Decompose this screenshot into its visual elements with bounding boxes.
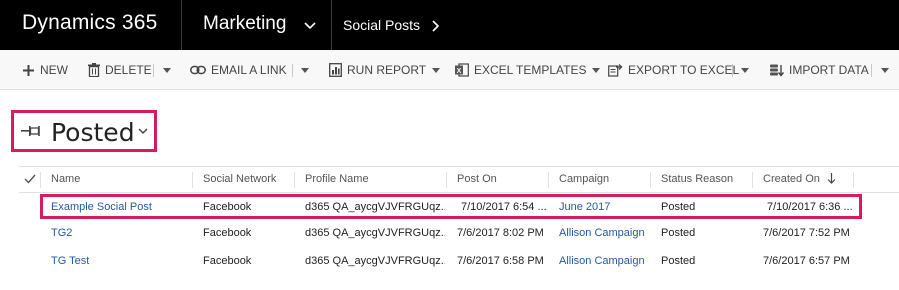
post-on-cell: 7/6/2017 6:58 PM: [457, 255, 544, 267]
svg-text:X: X: [457, 68, 462, 75]
pin-icon[interactable]: [21, 123, 41, 139]
profile-name-cell: d365 QA_aycgVJVFRGUqz...: [305, 255, 445, 267]
chevron-right-icon[interactable]: [430, 20, 440, 32]
import-icon: [770, 64, 784, 77]
column-divider: [853, 172, 854, 188]
export-icon: [608, 64, 623, 77]
nav-divider: [181, 0, 182, 50]
caret-down-icon[interactable]: [301, 68, 309, 73]
split-divider: [871, 64, 872, 77]
caret-down-icon[interactable]: [741, 68, 749, 73]
app-brand[interactable]: Dynamics 365: [22, 11, 157, 35]
excel-templates-label: EXCEL TEMPLATES: [474, 63, 587, 77]
trash-icon: [88, 63, 100, 77]
social-network-cell: Facebook: [203, 227, 252, 239]
status-reason-cell: Posted: [661, 227, 696, 239]
top-nav-bar: Dynamics 365 Marketing Social Posts: [0, 0, 899, 50]
column-divider: [192, 172, 193, 188]
record-name-link[interactable]: TG Test: [51, 255, 191, 267]
delete-button[interactable]: DELETE: [88, 62, 152, 78]
caret-down-icon: [432, 67, 441, 73]
email-link-label: EMAIL A LINK: [211, 63, 287, 77]
profile-name-cell: d365 QA_aycgVJVFRGUqz...: [305, 227, 445, 239]
nav-divider: [331, 0, 332, 50]
column-divider: [752, 172, 753, 188]
row-highlight-box: [40, 194, 862, 219]
post-on-cell: 7/6/2017 8:02 PM: [457, 227, 544, 239]
created-on-cell: 7/6/2017 7:52 PM: [763, 227, 850, 239]
command-bar: NEW DELETE EMAIL A LINK RUN REPORT X EXC…: [0, 50, 899, 90]
campaign-link[interactable]: Allison Campaign: [559, 227, 649, 239]
column-divider: [548, 172, 549, 188]
record-name-link[interactable]: TG2: [51, 227, 191, 239]
chevron-down-icon[interactable]: [138, 128, 148, 135]
chevron-down-icon[interactable]: [303, 19, 317, 33]
export-excel-label: EXPORT TO EXCEL: [628, 63, 740, 77]
split-divider: [292, 64, 293, 77]
column-divider: [294, 172, 295, 188]
select-all-checkmark-icon[interactable]: [24, 173, 36, 185]
new-button[interactable]: NEW: [22, 62, 68, 78]
split-divider: [153, 64, 154, 77]
module-selector[interactable]: Marketing: [203, 13, 286, 35]
social-network-cell: Facebook: [203, 255, 252, 267]
new-label: NEW: [40, 63, 68, 77]
column-header-created-on[interactable]: Created On: [763, 173, 836, 185]
caret-down-icon: [592, 67, 601, 73]
column-header-post-on[interactable]: Post On: [457, 173, 497, 185]
campaign-link[interactable]: Allison Campaign: [559, 255, 649, 267]
report-icon: [329, 63, 342, 77]
column-header-social-network[interactable]: Social Network: [203, 173, 276, 185]
sort-descending-arrow-icon: [827, 173, 836, 184]
area-breadcrumb[interactable]: Social Posts: [343, 17, 420, 33]
excel-icon: X: [455, 63, 469, 77]
column-header-created-on-label: Created On: [763, 173, 820, 185]
run-report-label: RUN REPORT: [347, 63, 427, 77]
export-excel-button[interactable]: EXPORT TO EXCEL: [608, 62, 739, 78]
split-divider: [732, 64, 733, 77]
grid-header: Name Social Network Profile Name Post On…: [19, 166, 899, 193]
run-report-button[interactable]: RUN REPORT: [329, 62, 445, 78]
import-data-label: IMPORT DATA: [789, 63, 869, 77]
table-row[interactable]: TG2 Facebook d365 QA_aycgVJVFRGUqz... 7/…: [19, 220, 899, 247]
created-on-cell: 7/6/2017 6:57 PM: [763, 255, 850, 267]
column-divider: [446, 172, 447, 188]
column-header-profile-name[interactable]: Profile Name: [305, 173, 369, 185]
table-row[interactable]: TG Test Facebook d365 QA_aycgVJVFRGUqz..…: [19, 248, 899, 275]
email-link-button[interactable]: EMAIL A LINK: [190, 62, 287, 78]
column-divider: [40, 172, 41, 188]
view-title: Posted: [51, 118, 135, 147]
excel-templates-button[interactable]: X EXCEL TEMPLATES: [455, 62, 605, 78]
link-icon: [190, 65, 206, 75]
column-header-status-reason[interactable]: Status Reason: [661, 173, 733, 185]
column-header-name[interactable]: Name: [51, 173, 80, 185]
delete-label: DELETE: [105, 63, 152, 77]
column-header-campaign[interactable]: Campaign: [559, 173, 609, 185]
column-divider: [650, 172, 651, 188]
import-data-button[interactable]: IMPORT DATA: [769, 62, 869, 78]
caret-down-icon[interactable]: [163, 68, 171, 73]
plus-icon: [23, 64, 34, 76]
caret-down-icon[interactable]: [881, 68, 889, 73]
status-reason-cell: Posted: [661, 255, 696, 267]
view-selector[interactable]: Posted: [11, 110, 157, 152]
